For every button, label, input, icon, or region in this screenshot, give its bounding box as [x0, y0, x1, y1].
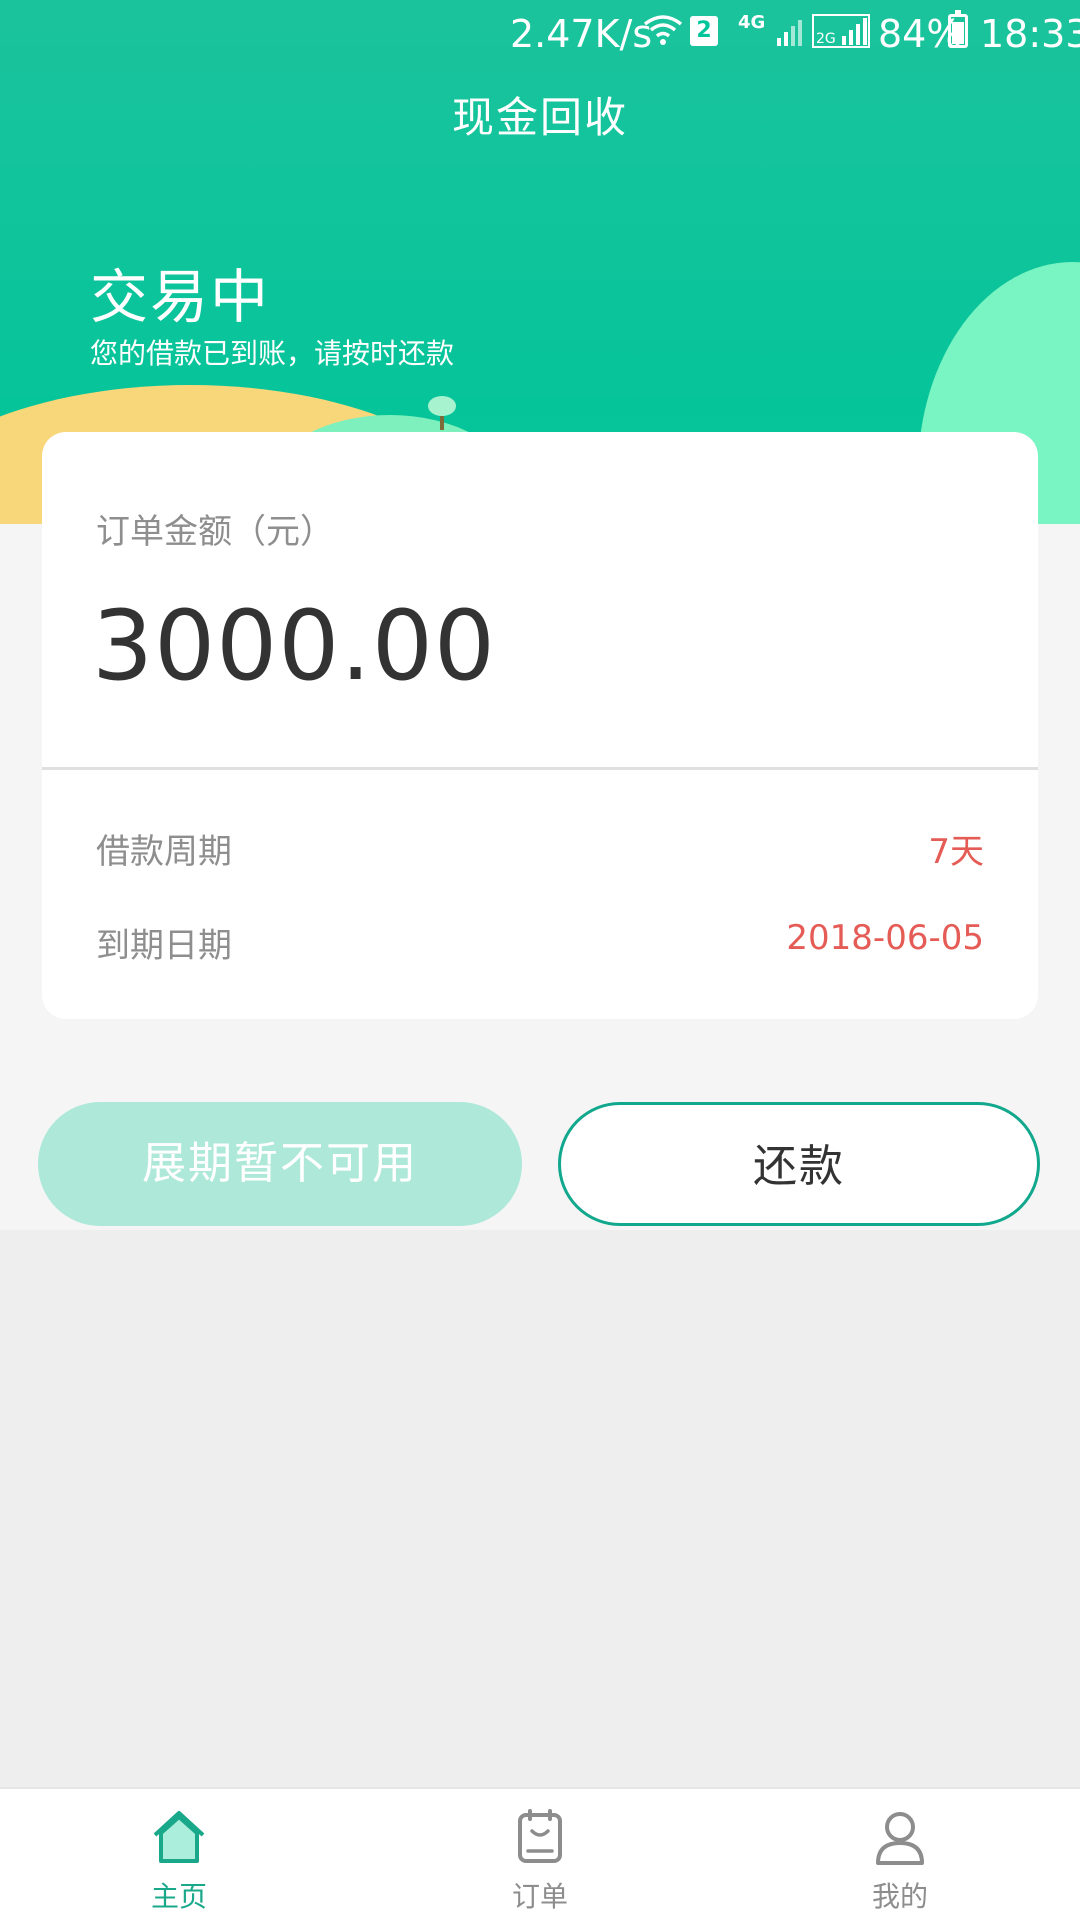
signal-icon [777, 20, 802, 46]
tab-mine[interactable]: 我的 [800, 1789, 1000, 1922]
transaction-status: 交易中 [90, 263, 271, 331]
due-date-label: 到期日期 [96, 926, 232, 966]
tree-trunk-decoration [440, 414, 444, 430]
network-2g-label: 2G [816, 31, 836, 47]
transaction-status-subtitle: 您的借款已到账，请按时还款 [90, 337, 455, 370]
loan-period-value: 7天 [928, 832, 984, 872]
loan-period-label: 借款周期 [96, 832, 232, 872]
order-amount-value: 3000.00 [92, 590, 496, 702]
bottom-tab-bar: 主页 订单 我的 [0, 1787, 1080, 1922]
due-date-value: 2018-06-05 [786, 918, 984, 958]
loan-period-row: 借款周期 7天 [42, 824, 1038, 874]
order-icon [518, 1809, 562, 1863]
due-date-row: 到期日期 2018-06-05 [42, 918, 1038, 968]
card-divider [42, 767, 1038, 770]
extend-button[interactable]: 展期暂不可用 [38, 1102, 522, 1226]
tab-orders-label: 订单 [511, 1880, 568, 1913]
tab-mine-label: 我的 [871, 1880, 928, 1913]
order-card: 订单金额（元） 3000.00 借款周期 7天 到期日期 2018-06-05 [42, 432, 1038, 1019]
tab-orders[interactable]: 订单 [440, 1789, 640, 1922]
tab-home-label: 主页 [150, 1880, 207, 1913]
clock: 18:33 [980, 12, 1080, 56]
repay-button[interactable]: 还款 [558, 1102, 1040, 1226]
signal-2g-icon: 2G [812, 14, 870, 48]
status-bar: 2.47K/s 2 4G 2G 84% 18:33 [0, 0, 1080, 66]
home-icon [153, 1811, 205, 1863]
network-speed: 2.47K/s [510, 12, 653, 56]
sim-badge: 2 [690, 16, 718, 46]
user-icon [876, 1812, 924, 1865]
network-type: 4G [738, 12, 766, 33]
order-amount-label: 订单金额（元） [96, 512, 334, 552]
tree-top-decoration [428, 396, 456, 416]
battery-icon [948, 10, 968, 48]
tab-home[interactable]: 主页 [79, 1789, 279, 1922]
page-title: 现金回收 [451, 93, 628, 142]
wifi-icon [643, 15, 683, 45]
